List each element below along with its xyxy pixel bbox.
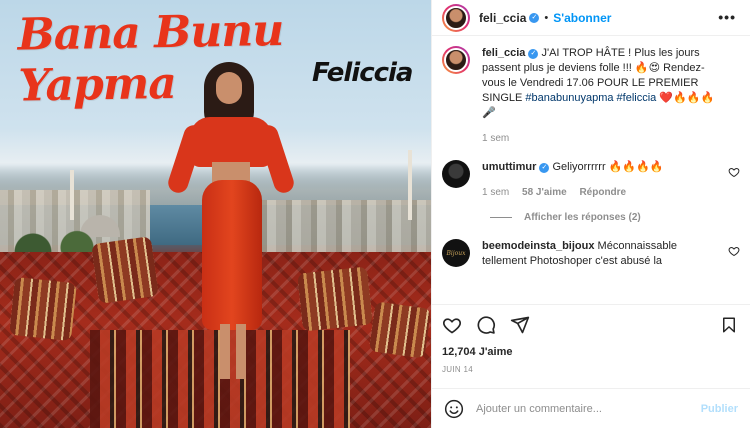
commenter-username[interactable]: umuttimur [482,161,536,173]
figure-leg [220,324,230,379]
caption-body: feli_ccia ✓ J'AI TROP HÂTE ! Plus les jou… [482,46,740,146]
comment-text: Geliyorrrrrr 🔥🔥🔥🔥 [549,161,664,173]
author-username[interactable]: feli_ccia [479,11,526,25]
commenter-username[interactable]: beemodeinsta_bijoux [482,240,594,252]
heart-outline-icon [728,167,740,178]
image-title-text: Bana Bunu Yapma [17,4,284,112]
image-cushion [91,236,159,304]
image-woman-figure [165,62,297,382]
commenter-avatar[interactable] [442,160,470,188]
likes-count[interactable]: 12,704 J'aime [432,346,750,358]
comment-input[interactable] [476,402,701,415]
avatar-image [444,5,468,30]
emoji-picker-button[interactable] [444,399,464,419]
comment-like-heart-icon[interactable] [728,166,740,181]
caption: feli_ccia ✓ J'AI TROP HÂTE ! Plus les jou… [442,46,740,146]
comment-like-heart-icon[interactable] [728,245,740,260]
reply-button[interactable]: Répondre [579,187,626,198]
comment-icon [477,315,496,334]
caption-time[interactable]: 1 sem [482,133,509,144]
comment-item: Bijoux beemodeinsta_bijoux Méconnaissabl… [442,239,740,269]
post-side-panel: feli_ccia ✓ • S'abonner ••• feli_ccia ✓ J… [431,0,750,428]
image-cushion [368,301,431,359]
comments-list[interactable]: feli_ccia ✓ J'AI TROP HÂTE ! Plus les jou… [432,36,750,304]
figure-skirt [202,180,262,330]
verified-badge-icon: ✓ [539,163,550,173]
avatar-logo-text: Bijoux [446,249,466,257]
caption-avatar[interactable] [442,46,470,74]
hashtag-link[interactable]: #feliccia [617,92,657,104]
heart-outline-icon [728,246,740,257]
heart-icon [442,317,462,333]
caption-meta: 1 sem [482,131,718,146]
comment-body: beemodeinsta_bijoux Méconnaissable telle… [482,239,740,269]
avatar-image [444,48,468,72]
send-icon [510,316,530,333]
follow-button[interactable]: S'abonner [553,11,611,25]
verified-badge-icon: ✓ [529,12,540,23]
image-cushion [9,276,77,342]
comment-likes-count[interactable]: 58 J'aime [522,187,567,198]
smiley-icon [444,399,464,418]
post-actions [432,304,750,344]
avatar-image: Bijoux [442,239,470,267]
verified-badge-icon: ✓ [528,49,539,59]
post-image[interactable]: Bana Bunu Yapma Feliccia [0,0,431,428]
author-avatar[interactable] [442,3,470,32]
replies-line [490,217,512,218]
comment-body: umuttimur ✓ Geliyorrrrrr 🔥🔥🔥🔥 1 sem 58 J'… [482,160,740,200]
share-button[interactable] [510,315,530,335]
instagram-post: Bana Bunu Yapma Feliccia feli_ccia ✓ • S… [0,0,750,428]
image-cushion [297,266,373,332]
like-button[interactable] [442,315,462,335]
figure-leg [236,324,246,379]
figure-top [190,117,272,167]
image-minaret [408,150,412,220]
comment-time[interactable]: 1 sem [482,187,509,198]
save-button[interactable] [720,316,738,334]
more-options-icon[interactable]: ••• [718,10,736,24]
comment-item: umuttimur ✓ Geliyorrrrrr 🔥🔥🔥🔥 1 sem 58 J'… [442,160,740,200]
commenter-avatar[interactable]: Bijoux [442,239,470,267]
post-date[interactable]: JUIN 14 [432,365,750,374]
image-subtitle-text: Feliccia [312,58,413,88]
caption-username[interactable]: feli_ccia [482,47,525,59]
view-replies-button[interactable]: Afficher les réponses (2) [490,212,740,223]
view-replies-label: Afficher les réponses (2) [524,212,641,223]
comment-meta: 1 sem 58 J'aime Répondre [482,185,718,200]
comment-button[interactable] [476,315,496,335]
header-separator: • [544,11,549,24]
publish-button[interactable]: Publier [701,403,738,415]
hashtag-link[interactable]: #banabunuyapma [525,92,613,104]
image-minaret [70,170,74,220]
avatar-image [442,160,470,188]
post-header: feli_ccia ✓ • S'abonner ••• [432,0,750,36]
comment-composer: Publier [432,388,750,428]
bookmark-icon [723,317,735,333]
